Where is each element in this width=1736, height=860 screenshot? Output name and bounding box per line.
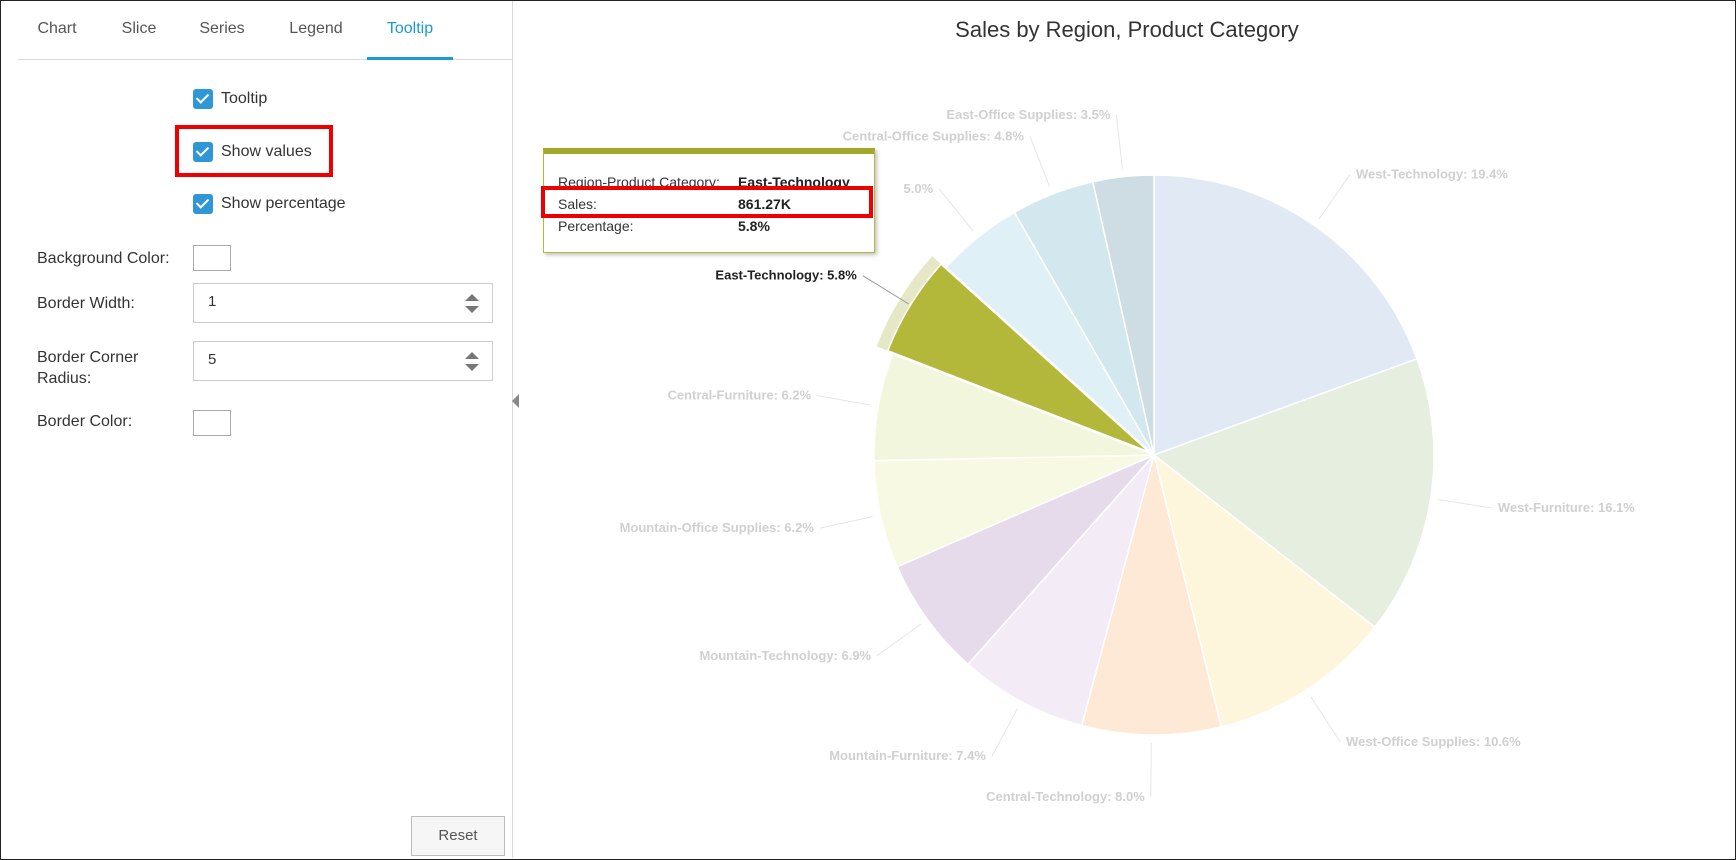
leader-line (1310, 696, 1341, 743)
tab-bar: Chart Slice Series Legend Tooltip (18, 1, 512, 60)
tooltip-percentage-label: Percentage: (558, 218, 634, 234)
tab-slice[interactable]: Slice (119, 1, 159, 59)
leader-line (991, 708, 1018, 757)
settings-panel: Chart Slice Series Legend Tooltip Toolti… (1, 1, 519, 858)
border-corner-radius-value: 5 (208, 351, 217, 368)
leader-line (819, 516, 873, 529)
increment-icon[interactable] (465, 352, 479, 359)
slice-label: 5.0% (904, 181, 934, 196)
leader-line (1150, 742, 1152, 797)
slice-label: Mountain-Office Supplies: 6.2% (620, 520, 815, 535)
tab-legend[interactable]: Legend (286, 1, 346, 59)
leader-line (1438, 499, 1492, 509)
slice-label: Central-Furniture: 6.2% (667, 388, 811, 403)
show-percentage-label: Show percentage (221, 195, 346, 212)
tooltip-checkbox-label: Tooltip (221, 90, 268, 107)
leader-line (1115, 115, 1123, 169)
slice-label: Central-Office Supplies: 4.8% (843, 128, 1025, 143)
leader-line (1029, 136, 1051, 187)
show-values-label: Show values (221, 143, 312, 160)
background-color-swatch[interactable] (193, 245, 231, 271)
show-percentage-checkbox[interactable] (193, 194, 213, 214)
increment-icon[interactable] (465, 294, 479, 301)
decrement-icon[interactable] (465, 364, 479, 371)
tooltip-checkbox[interactable] (193, 89, 213, 109)
show-values-checkbox[interactable] (193, 142, 213, 162)
slice-label: Central-Technology: 8.0% (986, 789, 1145, 804)
leader-line (862, 275, 910, 305)
border-width-value: 1 (208, 293, 217, 310)
tooltip-percentage-value: 5.8% (738, 218, 770, 234)
border-color-label: Border Color: (37, 413, 133, 430)
tab-tooltip[interactable]: Tooltip (367, 1, 453, 60)
slice-label: West-Office Supplies: 10.6% (1346, 734, 1521, 749)
tab-chart[interactable]: Chart (35, 1, 79, 59)
border-width-stepper[interactable]: 1 (193, 283, 493, 323)
slice-label: East-Office Supplies: 3.5% (946, 107, 1110, 122)
background-color-label: Background Color: (37, 250, 170, 267)
reset-button[interactable]: Reset (411, 816, 505, 856)
border-width-label: Border Width: (37, 295, 135, 312)
annotation-highlight-sales (541, 186, 873, 218)
slice-label: West-Furniture: 16.1% (1498, 500, 1635, 515)
pie-chart: West-Technology: 19.4% West-Furniture: 16… (620, 107, 1636, 804)
slice-label: East-Technology: 5.8% (715, 268, 857, 283)
leader-line (876, 623, 922, 657)
leader-line (817, 395, 871, 406)
tab-series[interactable]: Series (197, 1, 247, 59)
tooltip-checkbox-row[interactable]: Tooltip (193, 88, 267, 110)
slice-label: Mountain-Furniture: 7.4% (829, 748, 986, 763)
chart-area: Sales by Region, Product Category West-T… (514, 1, 1734, 858)
border-color-swatch[interactable] (193, 410, 231, 436)
leader-line (938, 188, 974, 232)
border-corner-radius-label: Border Corner Radius: (37, 349, 139, 387)
show-percentage-checkbox-row[interactable]: Show percentage (193, 193, 346, 215)
slice-label: West-Technology: 19.4% (1356, 167, 1508, 182)
decrement-icon[interactable] (465, 306, 479, 313)
leader-line (1318, 174, 1351, 220)
show-values-checkbox-row[interactable]: Show values (193, 141, 312, 163)
slice-label: Mountain-Technology: 6.9% (699, 648, 871, 663)
border-corner-radius-stepper[interactable]: 5 (193, 341, 493, 381)
